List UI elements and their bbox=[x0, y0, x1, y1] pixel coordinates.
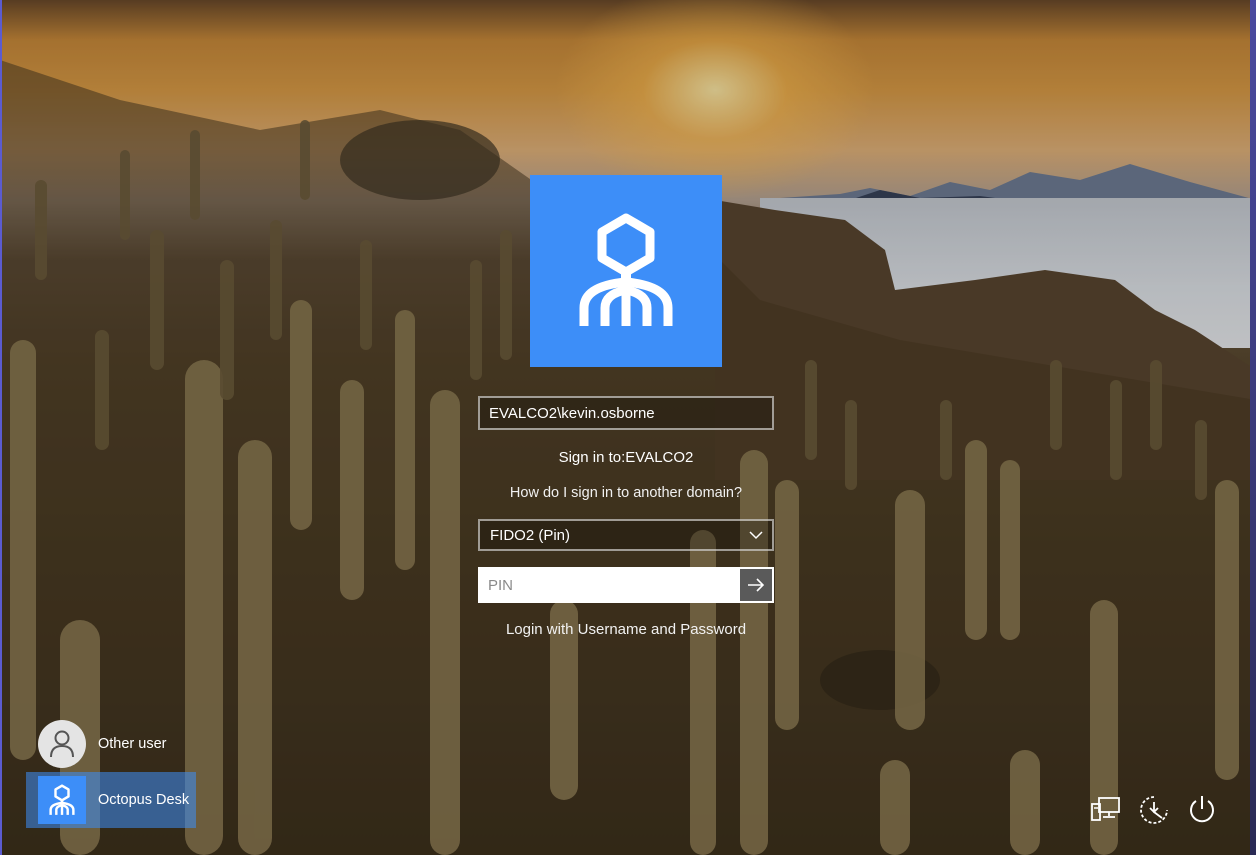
octopus-logo-icon bbox=[579, 213, 673, 326]
window-edge-right bbox=[1250, 0, 1256, 855]
power-icon bbox=[1190, 796, 1214, 823]
alt-login-link[interactable]: Login with Username and Password bbox=[478, 621, 774, 638]
pin-submit-button[interactable] bbox=[740, 569, 772, 601]
pin-field-container bbox=[478, 567, 774, 603]
network-icon bbox=[1091, 797, 1120, 821]
pin-input[interactable] bbox=[480, 569, 740, 601]
user-tile-label: Octopus Desk bbox=[98, 792, 190, 808]
power-button[interactable] bbox=[1184, 792, 1220, 828]
user-tile-label: Other user bbox=[98, 736, 167, 752]
avatar bbox=[38, 720, 86, 768]
user-tile-other-user[interactable]: Other user bbox=[38, 720, 208, 768]
accessibility-button[interactable] bbox=[1136, 792, 1172, 828]
network-button[interactable] bbox=[1088, 792, 1124, 828]
avatar bbox=[38, 776, 86, 824]
user-tile-octopus-desk[interactable]: Octopus Desk bbox=[26, 772, 196, 828]
sign-in-domain-label: Sign in to:EVALCO2 bbox=[558, 449, 694, 466]
username-value: EVALCO2\kevin.osborne bbox=[489, 404, 655, 422]
chevron-down-icon bbox=[749, 531, 763, 540]
username-field[interactable]: EVALCO2\kevin.osborne bbox=[478, 396, 774, 430]
accessibility-icon bbox=[1140, 796, 1168, 824]
window-edge-left bbox=[0, 0, 2, 855]
domain-help-link[interactable]: How do I sign in to another domain? bbox=[478, 485, 774, 501]
arrow-right-icon bbox=[748, 578, 765, 592]
person-icon bbox=[50, 730, 74, 758]
octopus-logo-icon bbox=[49, 784, 75, 815]
provider-selected-value: FIDO2 (Pin) bbox=[490, 526, 571, 544]
credential-provider-select[interactable]: FIDO2 (Pin) bbox=[478, 519, 774, 551]
octopus-logo-tile bbox=[530, 175, 722, 367]
